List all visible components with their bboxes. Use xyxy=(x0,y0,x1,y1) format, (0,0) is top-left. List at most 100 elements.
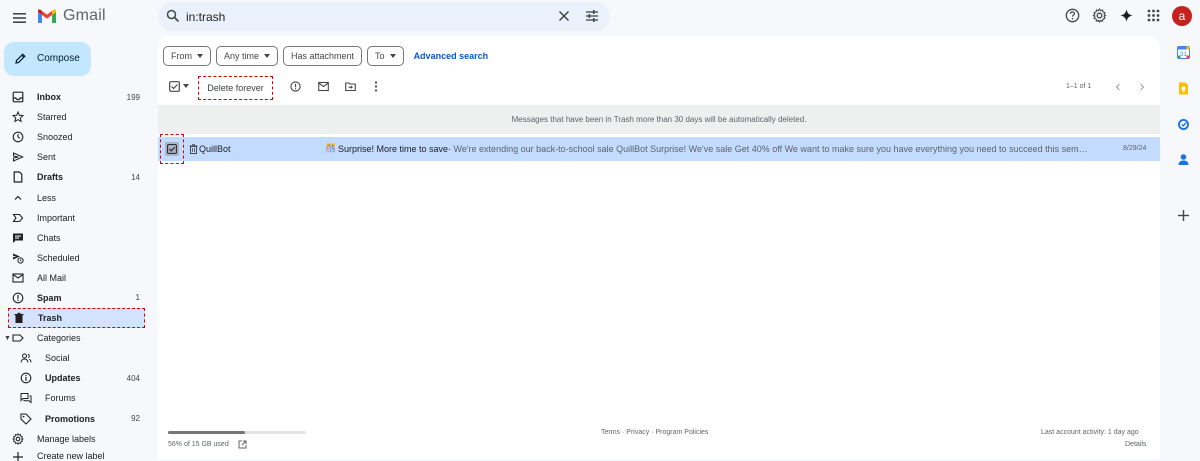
calendar-icon[interactable]: 31 xyxy=(1177,46,1190,59)
add-addon-plus-icon[interactable] xyxy=(1177,209,1190,222)
trash-icon xyxy=(13,312,25,324)
terms-link[interactable]: Terms xyxy=(601,429,620,436)
search-input[interactable] xyxy=(186,6,546,27)
sidebar-item-less[interactable]: Less xyxy=(0,187,146,207)
newer-chevron-left-icon[interactable] xyxy=(1114,83,1122,91)
apps-grid-icon[interactable] xyxy=(1146,8,1161,23)
sidebar-item-forums[interactable]: Forums xyxy=(0,388,146,408)
report-spam-icon[interactable] xyxy=(290,81,301,92)
sidebar-item-drafts[interactable]: Drafts 14 xyxy=(0,167,146,187)
filter-from-chip[interactable]: From xyxy=(163,46,211,66)
spam-icon xyxy=(12,292,24,304)
sidebar-item-label: All Mail xyxy=(37,272,67,283)
delete-forever-button[interactable]: Delete forever xyxy=(198,76,273,100)
search-icon[interactable] xyxy=(166,9,180,23)
sidebar-item-starred[interactable]: Starred xyxy=(0,107,146,127)
select-all-checkbox-icon[interactable] xyxy=(169,81,180,92)
checkmark-icon xyxy=(167,144,177,154)
sidebar-item-label: Starred xyxy=(37,112,67,123)
all-mail-icon xyxy=(12,272,24,284)
storage-usage-text[interactable]: 56% of 15 GB used xyxy=(168,441,229,448)
sidebar-item-manage-labels[interactable]: Manage labels xyxy=(0,429,146,449)
label-icon xyxy=(12,332,24,344)
compose-label: Compose xyxy=(37,53,80,64)
sidebar-item-social[interactable]: Social xyxy=(0,348,146,368)
gmail-m-icon xyxy=(38,8,56,23)
search-options-icon[interactable] xyxy=(585,9,599,23)
sidebar-item-snoozed[interactable]: Snoozed xyxy=(0,127,146,147)
sidebar-item-label: Less xyxy=(37,192,57,203)
sidebar-item-label: Promotions xyxy=(45,413,96,424)
sidebar-item-chats[interactable]: Chats xyxy=(0,228,146,248)
open-storage-external-icon[interactable] xyxy=(238,440,247,449)
message-sender: QuillBot xyxy=(199,144,231,154)
draft-icon xyxy=(12,171,24,184)
row-checkbox-highlight xyxy=(160,134,184,164)
gemini-sparkle-icon[interactable] xyxy=(1119,8,1134,23)
compose-button[interactable]: Compose xyxy=(4,42,91,76)
tasks-icon[interactable] xyxy=(1177,118,1190,131)
sidebar-item-label: Categories xyxy=(37,333,81,344)
chip-label: Has attachment xyxy=(291,51,355,61)
older-chevron-right-icon[interactable] xyxy=(1138,83,1146,91)
sidebar-item-sent[interactable]: Sent xyxy=(0,147,146,167)
chip-label: From xyxy=(171,51,192,61)
move-to-folder-icon[interactable] xyxy=(345,81,356,92)
sidebar-item-updates[interactable]: Updates 404 xyxy=(0,368,146,388)
storage-bar xyxy=(168,431,306,434)
row-checkbox[interactable] xyxy=(165,142,179,156)
sidebar-item-all-mail[interactable]: All Mail xyxy=(0,268,146,288)
footer-links: Terms · Privacy · Program Policies xyxy=(601,429,709,436)
gmail-logo[interactable]: Gmail xyxy=(37,7,106,25)
sidebar-item-important[interactable]: Important xyxy=(0,208,146,228)
message-subject: Surprise! More time to save xyxy=(338,144,449,154)
tag-icon xyxy=(20,412,32,425)
chip-label: Any time xyxy=(224,51,260,61)
advanced-search-link[interactable]: Advanced search xyxy=(414,51,489,61)
side-panel: 31 xyxy=(1165,36,1200,459)
sidebar-item-trash[interactable]: Trash xyxy=(8,308,145,329)
keep-icon[interactable] xyxy=(1177,82,1190,95)
sidebar-item-inbox[interactable]: Inbox 199 xyxy=(0,87,146,107)
filter-to-chip[interactable]: To xyxy=(367,46,404,66)
filter-attachment-chip[interactable]: Has attachment xyxy=(283,46,363,66)
pencil-icon xyxy=(14,52,27,65)
people-icon xyxy=(20,352,32,364)
last-activity-text: Last account activity: 1 day ago xyxy=(1041,429,1139,436)
more-options-icon[interactable] xyxy=(374,81,378,92)
expand-caret-icon[interactable]: ▼ xyxy=(4,335,11,342)
scheduled-send-icon xyxy=(12,252,24,264)
account-avatar[interactable]: a xyxy=(1172,6,1192,26)
sidebar-item-promotions[interactable]: Promotions 92 xyxy=(0,409,146,429)
sidebar-item-label: Chats xyxy=(37,232,61,243)
clear-search-icon[interactable] xyxy=(558,10,570,22)
confetti-emoji: 🎊 xyxy=(325,143,337,153)
main-menu-button[interactable] xyxy=(10,8,30,28)
sidebar-item-label: Drafts xyxy=(37,172,64,183)
main-panel: From Any time Has attachment To Advanced… xyxy=(158,36,1160,459)
sidebar-item-categories[interactable]: ▼ Categories xyxy=(0,328,146,348)
sidebar-item-spam[interactable]: Spam 1 xyxy=(0,288,146,308)
trash-notice-banner: Messages that have been in Trash more th… xyxy=(158,105,1160,134)
table-row[interactable]: QuillBot 🎊 Surprise! More time to save -… xyxy=(158,134,1160,164)
filter-time-chip[interactable]: Any time xyxy=(216,46,279,66)
sidebar-item-label: Create new label xyxy=(37,450,105,461)
message-date: 8/29/24 xyxy=(1123,145,1147,152)
settings-gear-icon[interactable] xyxy=(1092,8,1107,23)
privacy-link[interactable]: Privacy xyxy=(626,429,649,436)
contacts-icon[interactable] xyxy=(1177,153,1190,166)
sidebar-item-label: Trash xyxy=(38,313,63,324)
dropdown-arrow-icon xyxy=(389,54,396,58)
search-bar xyxy=(158,2,610,31)
mark-unread-icon[interactable] xyxy=(318,81,329,92)
sidebar-item-scheduled[interactable]: Scheduled xyxy=(0,248,146,268)
sidebar-item-label: Forums xyxy=(45,393,76,404)
program-policies-link[interactable]: Program Policies xyxy=(655,429,708,436)
sidebar-item-label: Inbox xyxy=(37,92,61,103)
help-icon[interactable] xyxy=(1065,8,1080,23)
details-link[interactable]: Details xyxy=(1125,441,1146,448)
dropdown-arrow-icon xyxy=(197,54,203,58)
star-icon xyxy=(12,111,24,123)
chevron-up-icon xyxy=(12,192,24,204)
select-dropdown-icon[interactable] xyxy=(183,84,189,88)
